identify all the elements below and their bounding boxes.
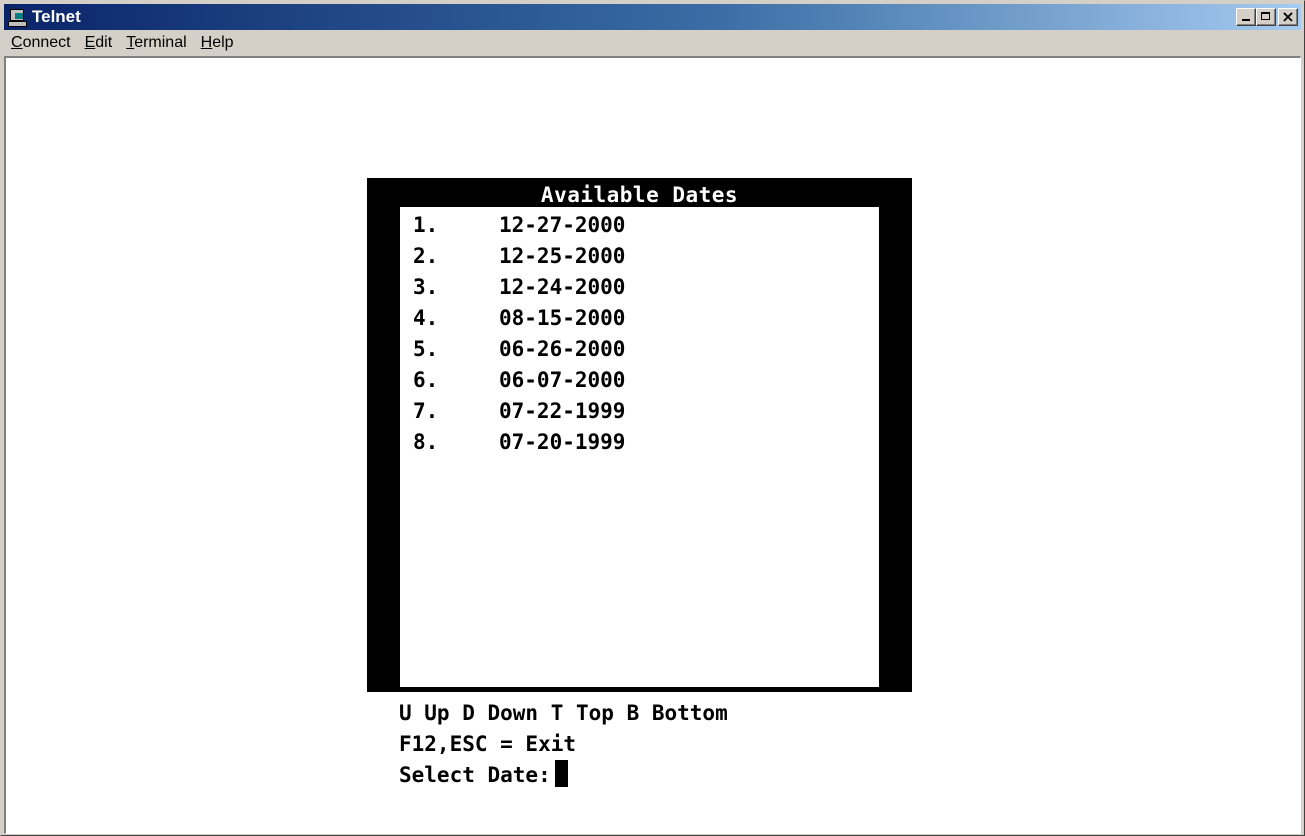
text-cursor[interactable] (554, 760, 568, 787)
date-number: 2. (413, 244, 439, 268)
date-item-8[interactable]: 8. 07-20-1999 (413, 427, 625, 458)
date-value: 07-22-1999 (499, 399, 626, 423)
telnet-app-icon[interactable] (8, 8, 27, 27)
date-number: 4. (413, 306, 439, 330)
maximize-button[interactable] (1256, 8, 1276, 26)
date-list-panel: 1. 12-27-2000 2. 12-25-2000 3. 12-24-2000 4… (400, 207, 879, 687)
title-bar[interactable]: Telnet × (4, 4, 1301, 30)
close-button[interactable]: × (1278, 7, 1298, 26)
date-number: 7. (413, 399, 439, 423)
date-number: 6. (413, 368, 439, 392)
date-item-3[interactable]: 3. 12-24-2000 (413, 272, 625, 303)
telnet-window: Telnet × Connect Edit Terminal Help Avai… (0, 0, 1305, 836)
date-item-6[interactable]: 6. 06-07-2000 (413, 365, 625, 396)
terminal-screen[interactable]: Available Dates 1. 12-27-2000 2. 12-25-200… (6, 58, 1300, 833)
navigation-help-text: U Up D Down T Top B Bottom (399, 701, 728, 725)
minimize-button[interactable] (1236, 8, 1256, 26)
menu-help[interactable]: Help (194, 32, 241, 54)
minimize-icon (1242, 19, 1250, 21)
date-value: 06-07-2000 (499, 368, 626, 392)
date-number: 1. (413, 213, 439, 237)
date-value: 07-20-1999 (499, 430, 626, 454)
window-title: Telnet (32, 7, 81, 26)
title-buttons: × (1236, 7, 1298, 26)
available-dates-box: Available Dates 1. 12-27-2000 2. 12-25-200… (367, 178, 912, 692)
maximize-icon (1261, 12, 1270, 20)
date-item-2[interactable]: 2. 12-25-2000 (413, 241, 625, 272)
date-value: 08-15-2000 (499, 306, 626, 330)
date-value: 12-25-2000 (499, 244, 626, 268)
menu-connect[interactable]: Connect (4, 32, 78, 54)
select-date-prompt: Select Date: (399, 763, 551, 787)
date-value: 06-26-2000 (499, 337, 626, 361)
menu-edit[interactable]: Edit (78, 32, 120, 54)
date-number: 3. (413, 275, 439, 299)
date-item-5[interactable]: 5. 06-26-2000 (413, 334, 625, 365)
date-number: 8. (413, 430, 439, 454)
terminal-footer: U Up D Down T Top B Bottom F12,ESC = Exi… (399, 698, 728, 791)
select-date-line: Select Date: (399, 760, 728, 791)
menu-terminal[interactable]: Terminal (119, 32, 193, 54)
close-icon: × (1281, 7, 1295, 26)
date-value: 12-27-2000 (499, 213, 626, 237)
date-item-1[interactable]: 1. 12-27-2000 (413, 210, 625, 241)
date-value: 12-24-2000 (499, 275, 626, 299)
date-list: 1. 12-27-2000 2. 12-25-2000 3. 12-24-2000 4… (413, 210, 625, 458)
date-item-4[interactable]: 4. 08-15-2000 (413, 303, 625, 334)
menu-bar: Connect Edit Terminal Help (4, 32, 1301, 54)
terminal-client-area[interactable]: Available Dates 1. 12-27-2000 2. 12-25-200… (4, 56, 1301, 834)
date-number: 5. (413, 337, 439, 361)
date-item-7[interactable]: 7. 07-22-1999 (413, 396, 625, 427)
box-title: Available Dates (540, 183, 739, 207)
exit-help-text: F12,ESC = Exit (399, 732, 577, 756)
